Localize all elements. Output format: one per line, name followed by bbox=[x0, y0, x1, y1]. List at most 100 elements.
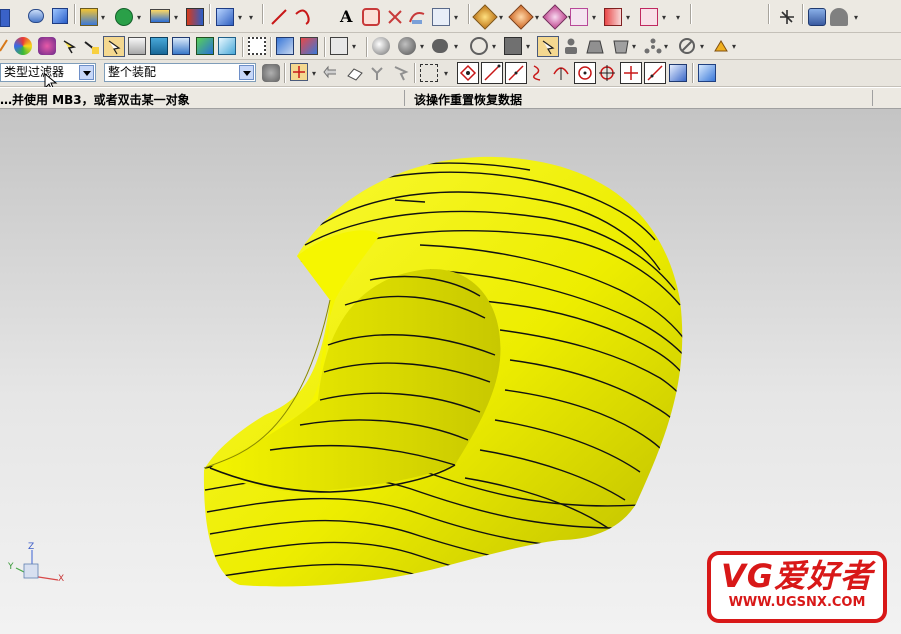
cube-view-small-icon[interactable] bbox=[218, 37, 236, 55]
material-dropdown-icon[interactable]: ▾ bbox=[535, 14, 539, 22]
square-dropdown-icon[interactable]: ▾ bbox=[526, 43, 530, 51]
analysis-dropdown-icon[interactable]: ▾ bbox=[454, 14, 458, 22]
assembly-icon[interactable] bbox=[186, 8, 204, 26]
shape-icon[interactable] bbox=[115, 8, 133, 26]
cursor-select-icon[interactable] bbox=[105, 38, 123, 56]
ellipse-icon[interactable] bbox=[432, 39, 448, 53]
view-icon[interactable] bbox=[0, 9, 10, 27]
form-icon[interactable] bbox=[570, 8, 588, 26]
form-dropdown-icon[interactable]: ▾ bbox=[592, 14, 596, 22]
circle-icon[interactable] bbox=[398, 37, 416, 55]
more-dropdown-icon[interactable]: ▾ bbox=[249, 14, 253, 22]
block-icon[interactable] bbox=[52, 8, 68, 24]
analysis-icon[interactable] bbox=[432, 8, 450, 26]
midpoint-icon[interactable] bbox=[483, 64, 501, 82]
face-icon[interactable] bbox=[612, 37, 630, 55]
mirror-icon[interactable] bbox=[386, 8, 404, 26]
snap-point-icon[interactable] bbox=[290, 63, 308, 81]
mountain-icon[interactable] bbox=[172, 37, 190, 55]
shade-dropdown-icon[interactable]: ▾ bbox=[352, 43, 356, 51]
help-dropdown-icon[interactable]: ▾ bbox=[854, 14, 858, 22]
curve-icon[interactable] bbox=[408, 8, 426, 26]
import-icon[interactable] bbox=[604, 8, 622, 26]
settings-icon[interactable] bbox=[778, 8, 796, 26]
shape-dropdown-icon[interactable]: ▾ bbox=[137, 14, 141, 22]
circle-dropdown-icon[interactable]: ▾ bbox=[420, 43, 424, 51]
eraser-icon[interactable] bbox=[346, 64, 364, 82]
pencil-icon[interactable] bbox=[0, 37, 8, 55]
brush-icon[interactable] bbox=[38, 37, 56, 55]
ellipse-dropdown-icon[interactable]: ▾ bbox=[454, 43, 458, 51]
quadrant-icon[interactable] bbox=[576, 64, 594, 82]
row1-more-dropdown-icon[interactable]: ▾ bbox=[676, 14, 680, 22]
face-dropdown-icon[interactable]: ▾ bbox=[632, 43, 636, 51]
highlight-icon[interactable] bbox=[539, 38, 557, 56]
layer-dropdown-icon[interactable]: ▾ bbox=[101, 14, 105, 22]
feature-dropdown-icon[interactable]: ▾ bbox=[174, 14, 178, 22]
cube-icon[interactable] bbox=[196, 37, 214, 55]
sketch-icon[interactable] bbox=[362, 8, 380, 26]
material-icon[interactable] bbox=[508, 4, 534, 30]
no2-dropdown-icon[interactable]: ▾ bbox=[700, 43, 704, 51]
snap-point-dropdown-icon[interactable]: ▾ bbox=[312, 70, 316, 78]
help-icon[interactable] bbox=[808, 8, 826, 26]
prompt-text: …并使用 MB3，或者双击某一对象 bbox=[0, 93, 190, 107]
fit-icon[interactable] bbox=[248, 37, 266, 55]
lamp-dropdown-icon[interactable]: ▾ bbox=[732, 43, 736, 51]
network-dropdown-icon[interactable]: ▾ bbox=[664, 43, 668, 51]
solid-icon[interactable] bbox=[216, 8, 234, 26]
layer-icon[interactable] bbox=[80, 8, 98, 26]
toolbar-row-standard: ▾ ▾ ▾ ▾ ▾ A ▾ ▾ ▾ ▾ ▾ ▾ ▾ ▾ ▾ bbox=[0, 0, 901, 33]
person-icon[interactable] bbox=[562, 37, 580, 55]
selection-scope-combo[interactable]: 整个装配 bbox=[104, 63, 256, 82]
no-icon[interactable] bbox=[470, 37, 488, 55]
cylinder-icon[interactable] bbox=[28, 9, 44, 23]
select-box-dropdown-icon[interactable]: ▾ bbox=[444, 70, 448, 78]
filter-settings-icon[interactable] bbox=[262, 64, 280, 82]
lamp-icon[interactable] bbox=[712, 37, 730, 55]
point-on-face-icon[interactable] bbox=[646, 64, 664, 82]
image-icon[interactable] bbox=[128, 37, 146, 55]
shade-icon[interactable] bbox=[330, 37, 348, 55]
point-on-curve-icon[interactable] bbox=[622, 64, 640, 82]
rotate-icon[interactable] bbox=[368, 64, 386, 82]
network-icon[interactable] bbox=[644, 37, 662, 55]
cube-view-icon[interactable] bbox=[698, 64, 716, 82]
import-dropdown-icon[interactable]: ▾ bbox=[626, 14, 630, 22]
paint-icon[interactable] bbox=[82, 37, 100, 55]
zoom-icon[interactable] bbox=[392, 64, 410, 82]
solid-dropdown-icon[interactable]: ▾ bbox=[238, 14, 242, 22]
select-icon[interactable] bbox=[60, 37, 78, 55]
render-dropdown-icon[interactable]: ▾ bbox=[499, 14, 503, 22]
sphere-icon[interactable] bbox=[372, 37, 390, 55]
color-icon[interactable] bbox=[14, 37, 32, 55]
no-dropdown-icon[interactable]: ▾ bbox=[492, 43, 496, 51]
text-icon[interactable]: A bbox=[340, 8, 358, 26]
trapezoid-icon[interactable] bbox=[586, 37, 604, 55]
pattern-icon[interactable] bbox=[150, 37, 168, 55]
user-icon[interactable] bbox=[830, 8, 848, 26]
no2-icon[interactable] bbox=[678, 37, 696, 55]
existing-point-icon[interactable] bbox=[598, 64, 616, 82]
edit-icon[interactable] bbox=[542, 4, 568, 30]
control-point-icon[interactable] bbox=[507, 64, 525, 82]
logo-title: VG爱好者 bbox=[720, 557, 874, 595]
endpoint-icon[interactable] bbox=[459, 64, 477, 82]
render-icon[interactable] bbox=[472, 4, 498, 30]
selection-scope-dropdown-button[interactable] bbox=[239, 65, 254, 80]
arc-center-icon[interactable] bbox=[552, 64, 570, 82]
snap-icon[interactable] bbox=[640, 8, 658, 26]
square-icon[interactable] bbox=[504, 37, 522, 55]
line-icon[interactable] bbox=[270, 8, 288, 26]
snap-dropdown-icon[interactable]: ▾ bbox=[662, 14, 666, 22]
select-box-icon[interactable] bbox=[420, 64, 438, 82]
view3d-icon[interactable] bbox=[300, 37, 318, 55]
type-filter-dropdown-button[interactable] bbox=[79, 65, 94, 80]
arc-icon[interactable] bbox=[294, 8, 312, 26]
orient-icon[interactable] bbox=[276, 37, 294, 55]
undo-icon[interactable] bbox=[322, 64, 340, 82]
surface-point-icon[interactable] bbox=[669, 64, 687, 82]
feature-icon[interactable] bbox=[150, 9, 170, 23]
intersection-icon[interactable] bbox=[530, 64, 548, 82]
watermark-logo: VG爱好者 WWW.UGSNX.COM bbox=[707, 551, 887, 623]
